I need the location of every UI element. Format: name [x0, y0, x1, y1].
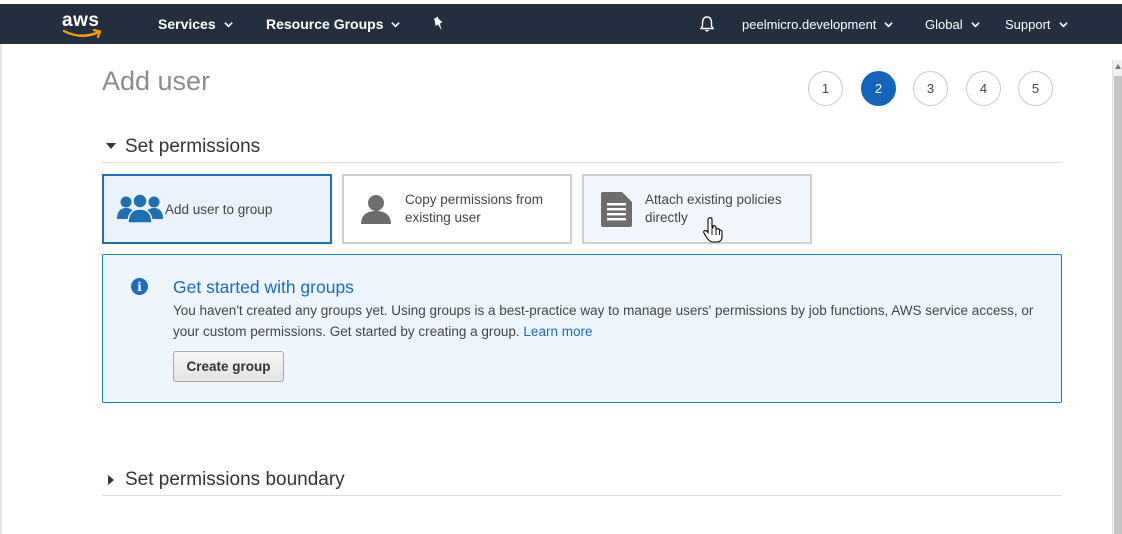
attach-policies-label-line2: directly [645, 210, 688, 225]
pin-icon [433, 16, 443, 31]
vertical-scrollbar[interactable] [1112, 60, 1122, 534]
attach-policies-label-line1: Attach existing policies [645, 192, 782, 207]
info-icon: i [131, 278, 148, 295]
resource-groups-menu[interactable]: Resource Groups [266, 4, 401, 44]
account-label: peelmicro.development [742, 16, 877, 32]
chevron-down-icon [970, 21, 980, 27]
aws-logo[interactable]: aws [62, 10, 106, 40]
add-user-to-group-label: Add user to group [165, 202, 273, 217]
group-icon [117, 193, 163, 224]
notifications-button[interactable] [698, 4, 716, 44]
create-group-button[interactable]: Create group [173, 351, 284, 382]
bell-icon [699, 16, 715, 32]
copy-permissions-option[interactable]: Copy permissions from existing user [342, 174, 572, 244]
step-1[interactable]: 1 [808, 71, 843, 106]
set-permissions-title: Set permissions [125, 136, 261, 157]
add-user-to-group-option[interactable]: Add user to group [102, 174, 332, 244]
set-permissions-boundary-title: Set permissions boundary [125, 469, 345, 490]
step-4[interactable]: 4 [966, 71, 1001, 106]
copy-permissions-label: Copy permissions from existing user [405, 191, 543, 227]
services-label: Services [158, 16, 216, 32]
region-menu[interactable]: Global [925, 4, 980, 44]
step-2-active[interactable]: 2 [861, 71, 896, 106]
get-started-info-box: i Get started with groups You haven't cr… [102, 254, 1062, 403]
window-left-edge [0, 44, 2, 534]
scrollbar-thumb[interactable] [1114, 76, 1122, 534]
resource-groups-label: Resource Groups [266, 16, 384, 32]
info-body-text: You haven't created any groups yet. Usin… [173, 303, 1034, 339]
chevron-down-icon [223, 21, 233, 27]
support-menu[interactable]: Support [1005, 4, 1068, 44]
document-icon [601, 192, 632, 227]
attach-policies-option[interactable]: Attach existing policies directly [582, 174, 812, 244]
account-menu[interactable]: peelmicro.development [742, 4, 894, 44]
step-3[interactable]: 3 [913, 71, 948, 106]
user-icon [361, 195, 391, 224]
hand-cursor-icon [703, 217, 723, 243]
copy-permissions-label-line2: existing user [405, 210, 481, 225]
top-navigation-bar: aws Services Resource Groups peelmicro.d… [0, 0, 1122, 44]
support-label: Support [1005, 16, 1051, 32]
info-body: You haven't created any groups yet. Usin… [173, 300, 1043, 342]
aws-smile-icon [63, 29, 102, 39]
chevron-down-icon [391, 21, 401, 27]
set-permissions-boundary-header[interactable]: Set permissions boundary [102, 466, 1062, 496]
learn-more-link[interactable]: Learn more [523, 324, 592, 339]
caret-right-icon [108, 475, 114, 485]
page-title: Add user [102, 66, 211, 96]
caret-down-icon [106, 143, 116, 149]
services-menu[interactable]: Services [158, 4, 233, 44]
chevron-down-icon [884, 21, 894, 27]
region-label: Global [925, 16, 963, 32]
chevron-down-icon [1058, 21, 1068, 27]
pin-button[interactable] [432, 4, 448, 44]
scroll-up-icon[interactable] [1115, 64, 1121, 69]
step-5[interactable]: 5 [1018, 71, 1053, 106]
info-title: Get started with groups [173, 277, 354, 297]
copy-permissions-label-line1: Copy permissions from [405, 192, 544, 207]
set-permissions-header[interactable]: Set permissions [102, 133, 1062, 163]
